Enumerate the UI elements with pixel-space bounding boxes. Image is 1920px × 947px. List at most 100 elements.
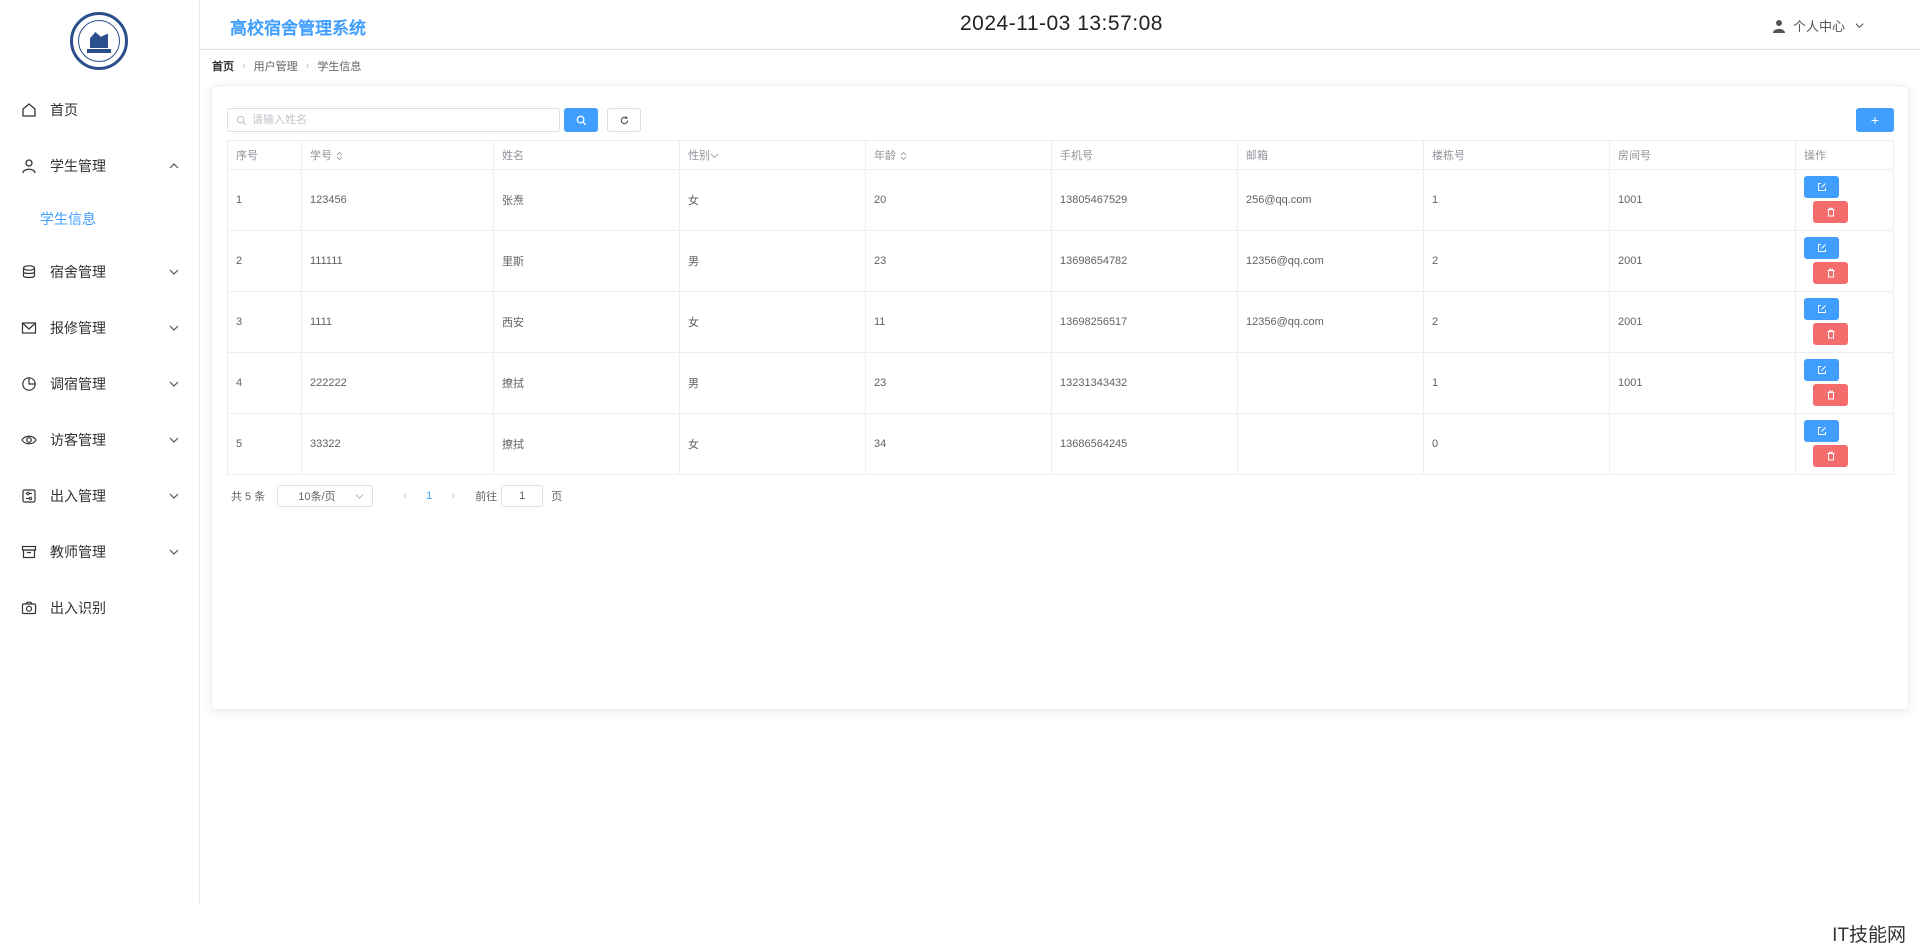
reset-button[interactable]	[607, 108, 641, 132]
cell-gender: 女	[679, 169, 866, 231]
cell-actions	[1795, 230, 1894, 292]
user-center-menu[interactable]: 个人中心	[1772, 16, 1865, 35]
refresh-icon	[620, 115, 628, 124]
eye-icon	[20, 431, 38, 449]
cell-gender: 男	[679, 230, 866, 292]
chevron-down-icon	[169, 325, 179, 331]
edit-button[interactable]	[1804, 359, 1839, 381]
cell-actions	[1795, 352, 1894, 414]
sort-icon[interactable]	[900, 151, 907, 161]
watermark: IT技能网	[1832, 925, 1906, 946]
table-row: 4 222222 撩拭男 23 13231343432 1 1001	[227, 352, 1894, 414]
page-suffix-label: 页	[551, 491, 563, 503]
cell-age: 11	[865, 291, 1052, 353]
edit-icon	[1817, 183, 1826, 191]
column-header-gender[interactable]: 性别	[679, 140, 866, 170]
cell-student-id: 1111	[301, 291, 494, 353]
chevron-down-icon	[1855, 23, 1864, 29]
cell-room: 2001	[1609, 230, 1796, 292]
page-size-select[interactable]: 10条/页	[277, 485, 374, 507]
cell-gender: 女	[679, 413, 866, 475]
cell-student-id: 123456	[301, 169, 494, 231]
edit-button[interactable]	[1804, 298, 1839, 320]
chevron-down-icon	[169, 437, 179, 443]
sidebar-item-visitor-management[interactable]: 访客管理	[0, 412, 200, 468]
sidebar-item-label: 学生管理	[50, 158, 106, 174]
edit-button[interactable]	[1804, 176, 1839, 198]
search-name-input[interactable]	[252, 114, 552, 126]
column-header-room: 房间号	[1609, 140, 1796, 170]
pagination-total: 共 5 条	[231, 491, 266, 503]
edit-button[interactable]	[1804, 237, 1839, 259]
sort-icon[interactable]	[336, 151, 343, 161]
sidebar-item-label: 访客管理	[50, 432, 106, 448]
delete-button[interactable]	[1813, 323, 1848, 345]
breadcrumb-item-student-info: 学生信息	[317, 61, 362, 73]
delete-button[interactable]	[1813, 384, 1848, 406]
cell-phone: 13698256517	[1051, 291, 1238, 353]
table-row: 5 33322 撩拭女 34 13686564245 0	[227, 413, 1894, 475]
search-button[interactable]	[564, 108, 598, 132]
column-header-name: 姓名	[493, 140, 680, 170]
breadcrumb-item-home[interactable]: 首页	[212, 58, 234, 74]
sidebar-subitem-student-info[interactable]: 学生信息	[0, 194, 200, 244]
home-icon	[20, 101, 38, 119]
sidebar-item-access-management[interactable]: 出入管理	[0, 468, 200, 524]
page-size-value: 10条/页	[298, 491, 336, 503]
sidebar-item-label: 首页	[50, 102, 78, 118]
cell-phone: 13686564245	[1051, 413, 1238, 475]
goto-page-input[interactable]	[501, 485, 544, 507]
cell-phone: 13805467529	[1051, 169, 1238, 231]
table-header-row: 序号 学号 姓名 性别 年龄 手机号 邮箱 楼栋号 房间号 操作	[227, 140, 1894, 170]
sidebar-item-label: 调宿管理	[50, 376, 106, 392]
add-student-button[interactable]: +	[1856, 108, 1894, 132]
sliders-icon	[20, 487, 38, 505]
prev-page-button[interactable]: ‹	[393, 490, 417, 502]
column-header-age[interactable]: 年龄	[865, 140, 1052, 170]
search-icon	[576, 115, 586, 125]
sidebar-item-label: 出入管理	[50, 488, 106, 504]
delete-button[interactable]	[1813, 445, 1848, 467]
cell-name: 撩拭	[493, 352, 680, 414]
breadcrumb: 首页 › 用户管理 › 学生信息	[212, 58, 361, 74]
table-row: 2 111111 里斯男 23 13698654782 12356@qq.com 2 2001	[227, 230, 1894, 292]
chevron-down-icon	[169, 493, 179, 499]
cell-email	[1237, 352, 1424, 414]
edit-icon	[1817, 366, 1826, 374]
user-avatar-icon	[1772, 19, 1785, 33]
column-header-phone: 手机号	[1051, 140, 1238, 170]
sidebar-item-student-management[interactable]: 学生管理	[0, 138, 200, 194]
sidebar-item-access-recognition[interactable]: 出入识别	[0, 580, 200, 636]
pagination: 共 5 条 10条/页 ‹ 1 › 前往 页	[231, 485, 562, 507]
column-header-student-id[interactable]: 学号	[301, 140, 494, 170]
cell-name: 张焘	[493, 169, 680, 231]
school-logo	[70, 12, 128, 70]
sidebar-item-dorm-management[interactable]: 宿舍管理	[0, 244, 200, 300]
sidebar-item-room-change-management[interactable]: 调宿管理	[0, 356, 200, 412]
sidebar-item-teacher-management[interactable]: 教师管理	[0, 524, 200, 580]
trash-icon	[1827, 451, 1834, 461]
trash-icon	[1827, 268, 1834, 278]
cell-index: 1	[227, 169, 302, 231]
sidebar-item-repair-management[interactable]: 报修管理	[0, 300, 200, 356]
cell-index: 2	[227, 230, 302, 292]
column-header-index: 序号	[227, 140, 302, 170]
delete-button[interactable]	[1813, 201, 1848, 223]
cell-actions	[1795, 169, 1894, 231]
cell-building: 0	[1423, 413, 1610, 475]
page-number-current[interactable]: 1	[417, 490, 441, 502]
edit-button[interactable]	[1804, 420, 1839, 442]
delete-button[interactable]	[1813, 262, 1848, 284]
cell-gender: 男	[679, 352, 866, 414]
cell-student-id: 33322	[301, 413, 494, 475]
breadcrumb-item-user-management: 用户管理	[253, 61, 298, 73]
sidebar-item-label: 出入识别	[50, 600, 106, 616]
filter-chevron-icon[interactable]	[710, 152, 719, 160]
cell-actions	[1795, 413, 1894, 475]
cell-phone: 13698654782	[1051, 230, 1238, 292]
edit-icon	[1817, 427, 1826, 435]
top-header: 高校宿舍管理系统 2024-11-03 13:57:08 个人中心	[200, 0, 1920, 50]
next-page-button[interactable]: ›	[441, 490, 465, 502]
sidebar-item-home[interactable]: 首页	[0, 82, 200, 138]
cell-building: 2	[1423, 230, 1610, 292]
